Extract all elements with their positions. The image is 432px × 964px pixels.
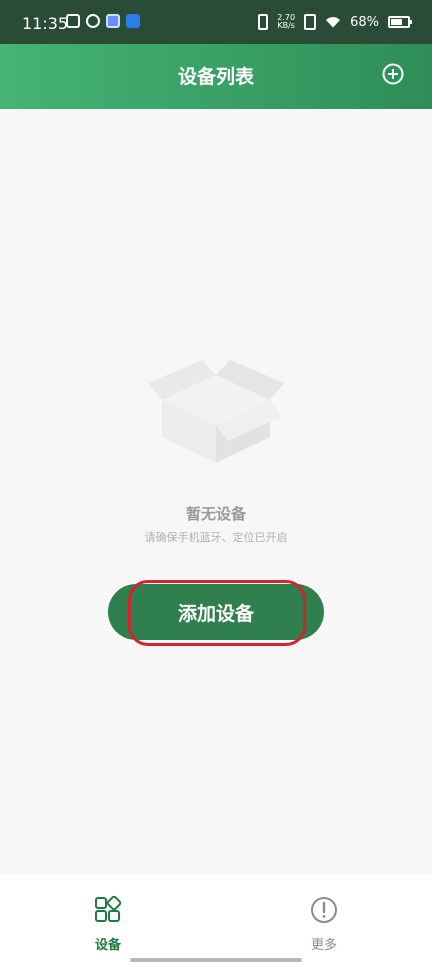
bottom-nav: 设备 更多 <box>0 874 432 964</box>
screen: 11:35 2.70 KB/s 68% 设备列表 暂无设备 请确保手机蓝牙、定位… <box>0 0 432 964</box>
header: 11:35 2.70 KB/s 68% 设备列表 <box>0 0 432 109</box>
plus-circle-icon[interactable] <box>382 63 404 85</box>
add-device-button[interactable]: 添加设备 <box>108 584 324 640</box>
battery-percent: 68% <box>350 14 379 30</box>
grid-icon <box>95 896 122 922</box>
empty-state-title: 暂无设备 <box>185 505 246 523</box>
info-circle-icon <box>311 897 337 923</box>
notification-alipay-icon <box>126 14 140 28</box>
notification-sync-icon <box>86 14 100 28</box>
status-right: 2.70 KB/s 68% <box>258 14 412 30</box>
status-bar: 11:35 2.70 KB/s 68% <box>0 0 432 44</box>
page-title: 设备列表 <box>177 66 254 88</box>
home-indicator[interactable] <box>130 958 302 962</box>
battery-level <box>391 19 402 25</box>
notification-app-icon <box>66 14 80 28</box>
network-speed-unit: KB/s <box>277 21 295 30</box>
sim-icon <box>304 14 317 30</box>
nav-label-more: 更多 <box>310 938 337 953</box>
battery-icon <box>388 16 412 28</box>
wifi-icon <box>326 17 341 28</box>
status-notification-icons <box>66 14 140 28</box>
app-bar: 设备列表 <box>0 44 432 109</box>
status-time: 11:35 <box>22 14 69 33</box>
network-speed: 2.70 KB/s <box>277 14 295 30</box>
empty-box-icon <box>148 360 284 463</box>
nav-item-devices[interactable]: 设备 <box>68 896 148 953</box>
vibrate-icon <box>258 14 269 30</box>
nav-item-more[interactable]: 更多 <box>284 896 364 953</box>
nav-label-devices: 设备 <box>94 938 121 953</box>
empty-state-subtitle: 请确保手机蓝牙、定位已开启 <box>144 531 288 544</box>
notification-colorful-app-icon <box>106 14 120 28</box>
